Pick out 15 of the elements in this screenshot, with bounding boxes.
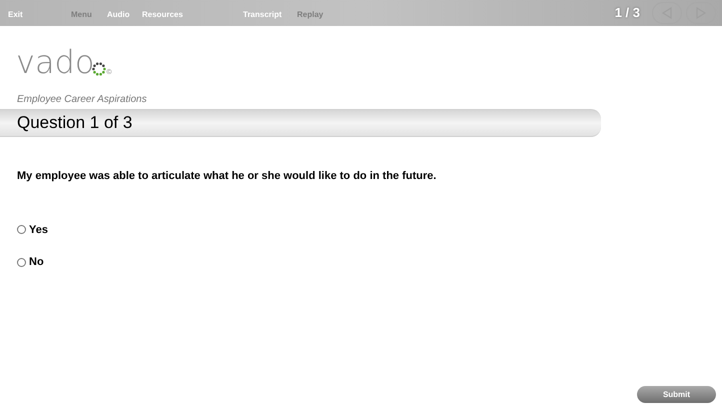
- page-counter: 1 / 3: [614, 4, 640, 22]
- course-title: Employee Career Aspirations: [16, 95, 148, 105]
- nav-link[interactable]: Resources: [142, 9, 183, 21]
- nav-link[interactable]: Transcript: [243, 9, 282, 21]
- question-text: My employee was able to articulate what he or she would like to do in the future.: [16, 169, 438, 184]
- logo: vado: [16, 46, 94, 78]
- option-label: Yes: [29, 222, 48, 238]
- question-header: Question 1 of 3: [17, 112, 132, 134]
- radio-button[interactable]: [17, 258, 26, 267]
- nav-link[interactable]: Exit: [8, 9, 23, 21]
- option-label: No: [29, 255, 44, 270]
- radio-button[interactable]: [17, 225, 26, 234]
- nav-link[interactable]: Audio: [107, 9, 130, 21]
- dot-ring-icon: [92, 62, 106, 76]
- submit-button[interactable]: Submit: [637, 386, 716, 403]
